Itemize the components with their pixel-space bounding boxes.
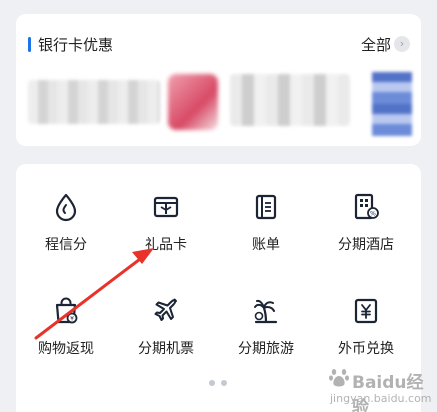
- service-label: 分期酒店: [338, 237, 394, 253]
- blurred-promo-banner-2[interactable]: [230, 74, 350, 126]
- service-flight-installment[interactable]: 分期机票: [116, 296, 216, 370]
- service-currency-exchange[interactable]: 外币兑换: [316, 296, 416, 370]
- service-credit-score[interactable]: 程信分: [16, 192, 116, 266]
- blurred-promo-banner-1[interactable]: [28, 80, 160, 124]
- chevron-right-icon[interactable]: ›: [394, 36, 410, 52]
- service-label: 购物返现: [38, 341, 94, 357]
- hotel-icon: %: [354, 193, 379, 220]
- paw-logo-icon: [329, 369, 349, 387]
- svg-text:%: %: [370, 211, 376, 218]
- service-hotel[interactable]: % 分期酒店: [316, 192, 416, 266]
- airplane-icon: [154, 298, 177, 321]
- svg-text:¥: ¥: [70, 316, 74, 323]
- service-label: 外币兑换: [338, 341, 394, 357]
- bill-icon: [255, 194, 277, 220]
- service-bill[interactable]: 账单: [216, 192, 316, 266]
- blurred-promo-logo[interactable]: [168, 74, 218, 130]
- page-dot[interactable]: [209, 380, 215, 386]
- view-all-link[interactable]: 全部: [361, 34, 391, 55]
- baidu-watermark: Baidu经验 jingyan.baidu.com: [320, 362, 432, 412]
- service-label: 分期旅游: [238, 341, 294, 357]
- section-accent-bar: [28, 37, 31, 52]
- service-label: 分期机票: [138, 341, 194, 357]
- page-indicator: [209, 380, 229, 386]
- watermark-text: Baidu经验: [352, 373, 424, 412]
- bank-card-promo-panel: 银行卡优惠 全部 ›: [16, 14, 421, 146]
- service-gift-card[interactable]: 礼品卡: [116, 192, 216, 266]
- promo-header: 银行卡优惠 全部 ›: [16, 14, 421, 72]
- service-shopping-cashback[interactable]: ¥ 购物返现: [16, 296, 116, 370]
- promo-title: 银行卡优惠: [38, 36, 114, 54]
- service-label: 程信分: [45, 237, 87, 253]
- currency-exchange-icon: [354, 298, 378, 324]
- shopping-bag-icon: ¥: [55, 297, 78, 324]
- page-dot[interactable]: [221, 380, 227, 386]
- palm-tree-icon: [254, 299, 278, 324]
- blurred-promo-banner-3[interactable]: [372, 72, 412, 136]
- watermark-url: jingyan.baidu.com: [330, 392, 432, 405]
- gift-card-icon: [153, 196, 179, 218]
- service-travel-installment[interactable]: 分期旅游: [216, 296, 316, 370]
- drop-icon: [55, 193, 77, 222]
- service-label: 礼品卡: [145, 237, 187, 253]
- service-label: 账单: [252, 237, 280, 253]
